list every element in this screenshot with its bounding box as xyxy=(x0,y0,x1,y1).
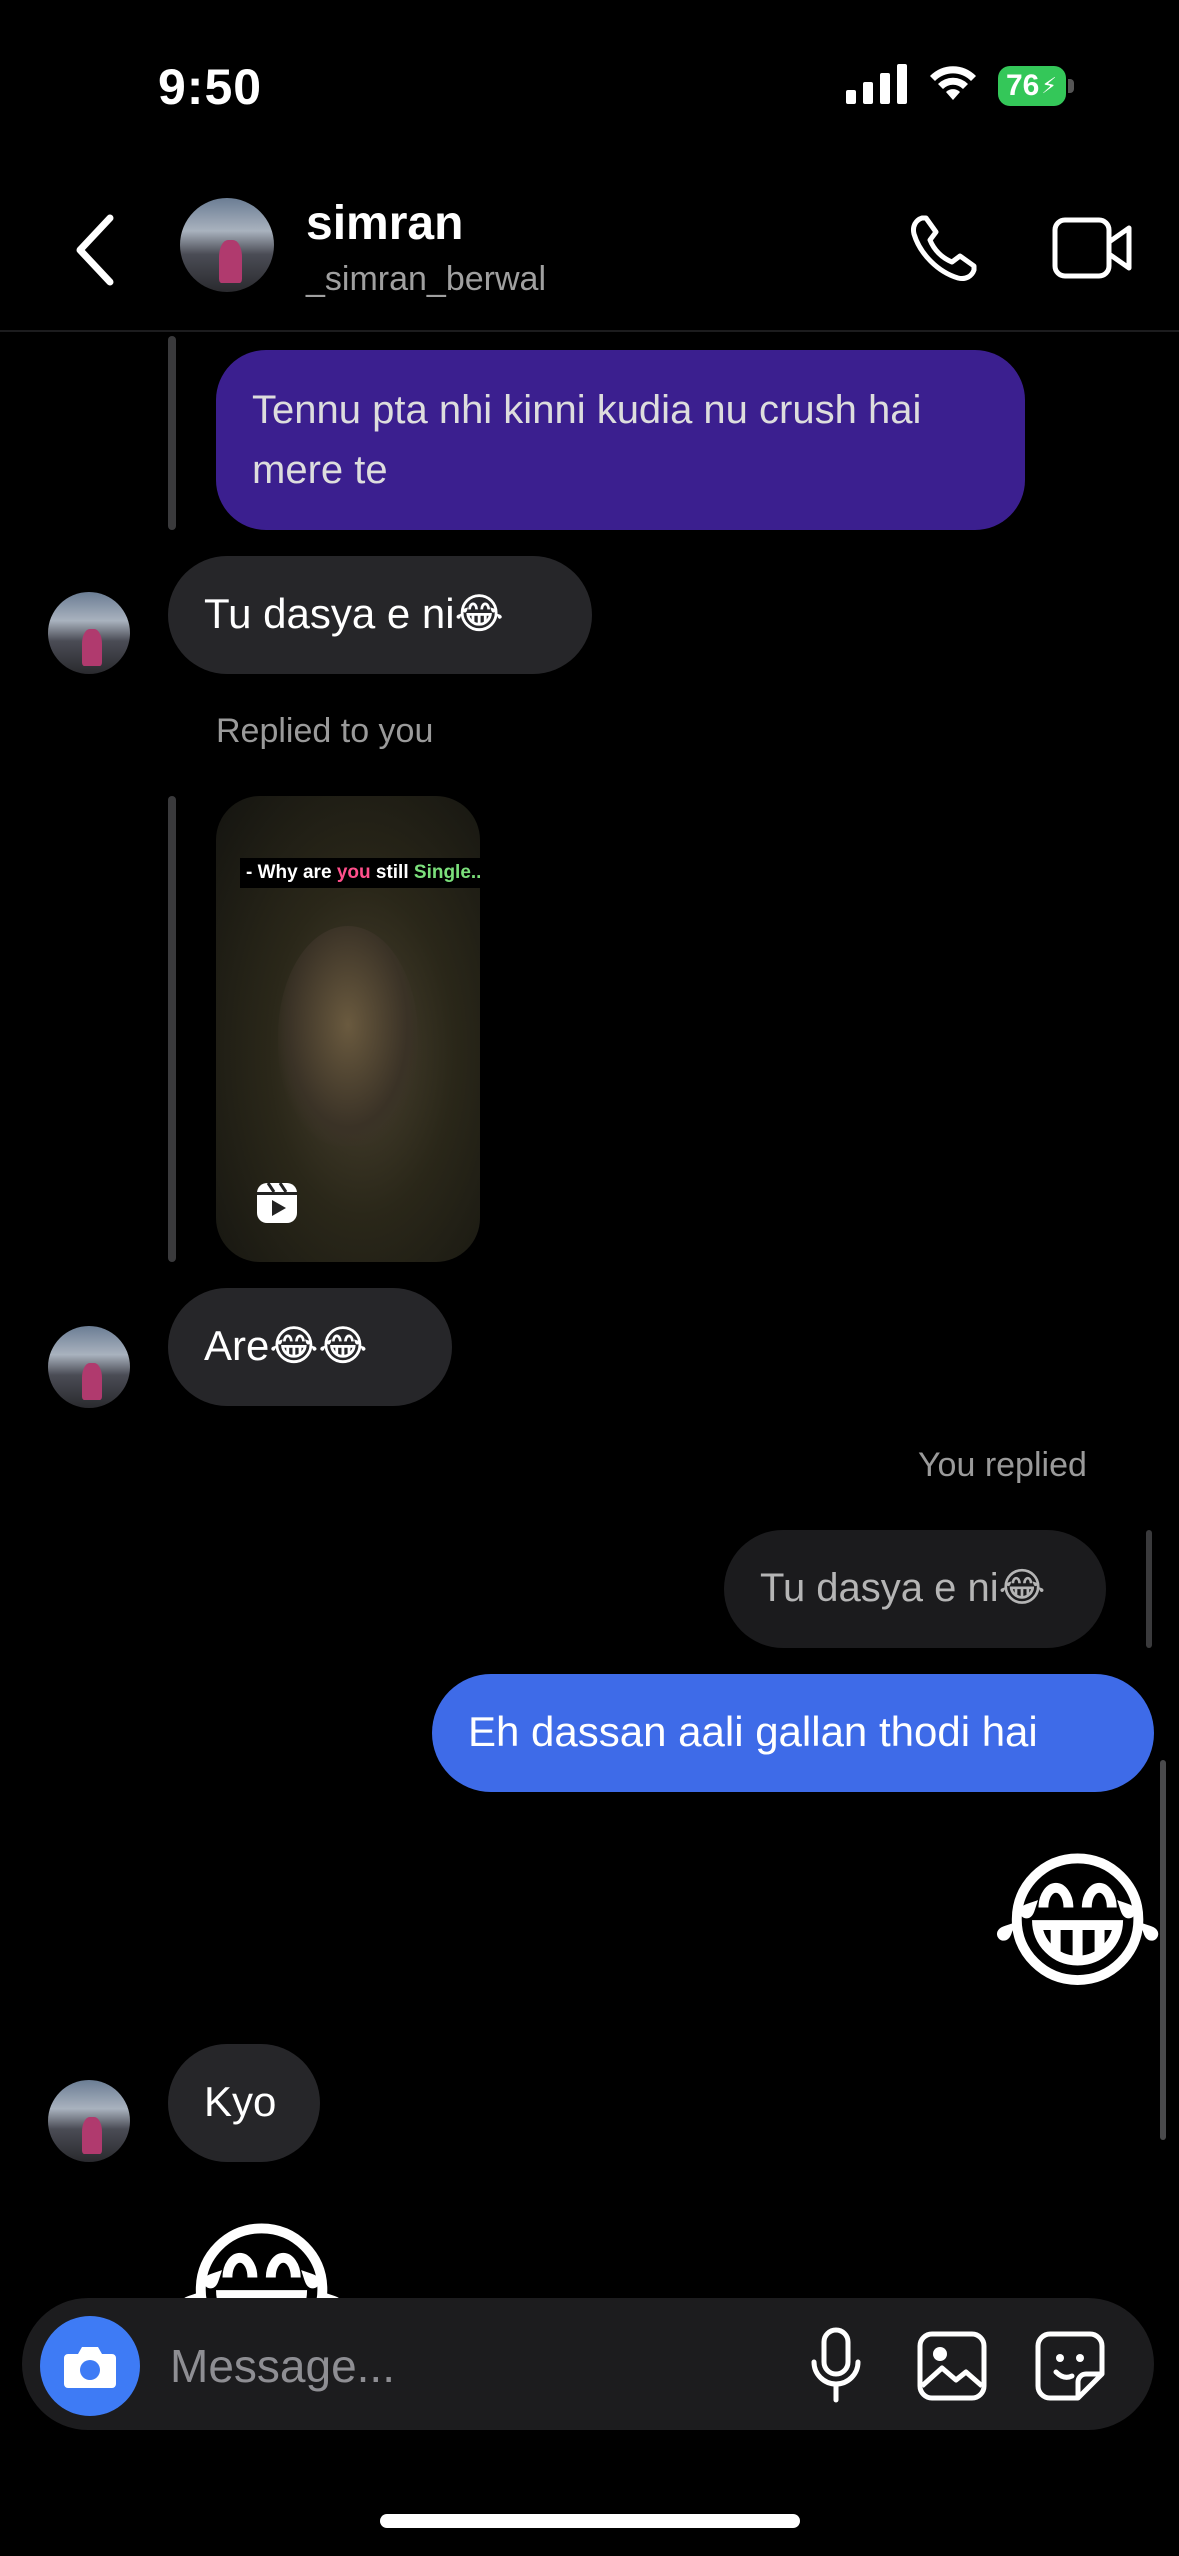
gallery-icon[interactable] xyxy=(916,2330,988,2402)
home-indicator xyxy=(380,2514,800,2528)
camera-icon xyxy=(64,2347,116,2388)
sender-avatar[interactable] xyxy=(48,592,130,674)
reels-icon xyxy=(257,1182,297,1223)
sender-avatar[interactable] xyxy=(48,2080,130,2162)
reel-frame xyxy=(278,926,418,1146)
quote-line xyxy=(168,796,176,1262)
battery-icon: 76 ⚡ xyxy=(998,66,1076,106)
you-replied-label: You replied xyxy=(918,1446,1087,1484)
received-message-bubble[interactable]: Kyo xyxy=(168,2044,320,2162)
sent-emoji[interactable]: 😂 xyxy=(990,1848,1165,1998)
replied-to-you-label: Replied to you xyxy=(216,712,434,750)
received-message-bubble[interactable]: Are😂😂 xyxy=(168,1288,452,1406)
message-input[interactable] xyxy=(168,2330,772,2402)
contact-name[interactable]: simran xyxy=(306,196,463,251)
camera-button[interactable] xyxy=(40,2316,140,2416)
contact-username[interactable]: _simran_berwal xyxy=(306,260,546,299)
sticker-icon[interactable] xyxy=(1034,2330,1106,2402)
back-chevron-icon[interactable] xyxy=(70,210,120,290)
phone-call-icon[interactable] xyxy=(908,212,980,284)
video-call-icon[interactable] xyxy=(1052,214,1132,282)
reel-thumbnail[interactable]: - Why are you still Single.. xyxy=(216,796,480,1262)
microphone-icon[interactable] xyxy=(806,2326,866,2406)
status-time: 9:50 xyxy=(158,59,263,115)
reel-caption: - Why are you still Single.. xyxy=(240,858,480,888)
wifi-icon xyxy=(930,66,976,100)
sent-message-bubble[interactable]: Eh dassan aali gallan thodi hai xyxy=(432,1674,1154,1792)
quote-line xyxy=(168,336,176,530)
sender-avatar[interactable] xyxy=(48,1326,130,1408)
quoted-message-bubble[interactable]: Tennu pta nhi kinni kudia nu crush hai m… xyxy=(216,350,1025,530)
scrollbar[interactable] xyxy=(1160,1760,1166,2140)
quoted-reply-bubble[interactable]: Tu dasya e ni😂 xyxy=(724,1530,1106,1648)
received-message-bubble[interactable]: Tu dasya e ni😂 xyxy=(168,556,592,674)
reply-indicator xyxy=(1146,1530,1152,1648)
battery-level: 76 xyxy=(1006,69,1040,102)
header-divider xyxy=(0,330,1179,332)
cellular-signal-icon xyxy=(846,64,907,104)
contact-avatar[interactable] xyxy=(180,198,274,292)
